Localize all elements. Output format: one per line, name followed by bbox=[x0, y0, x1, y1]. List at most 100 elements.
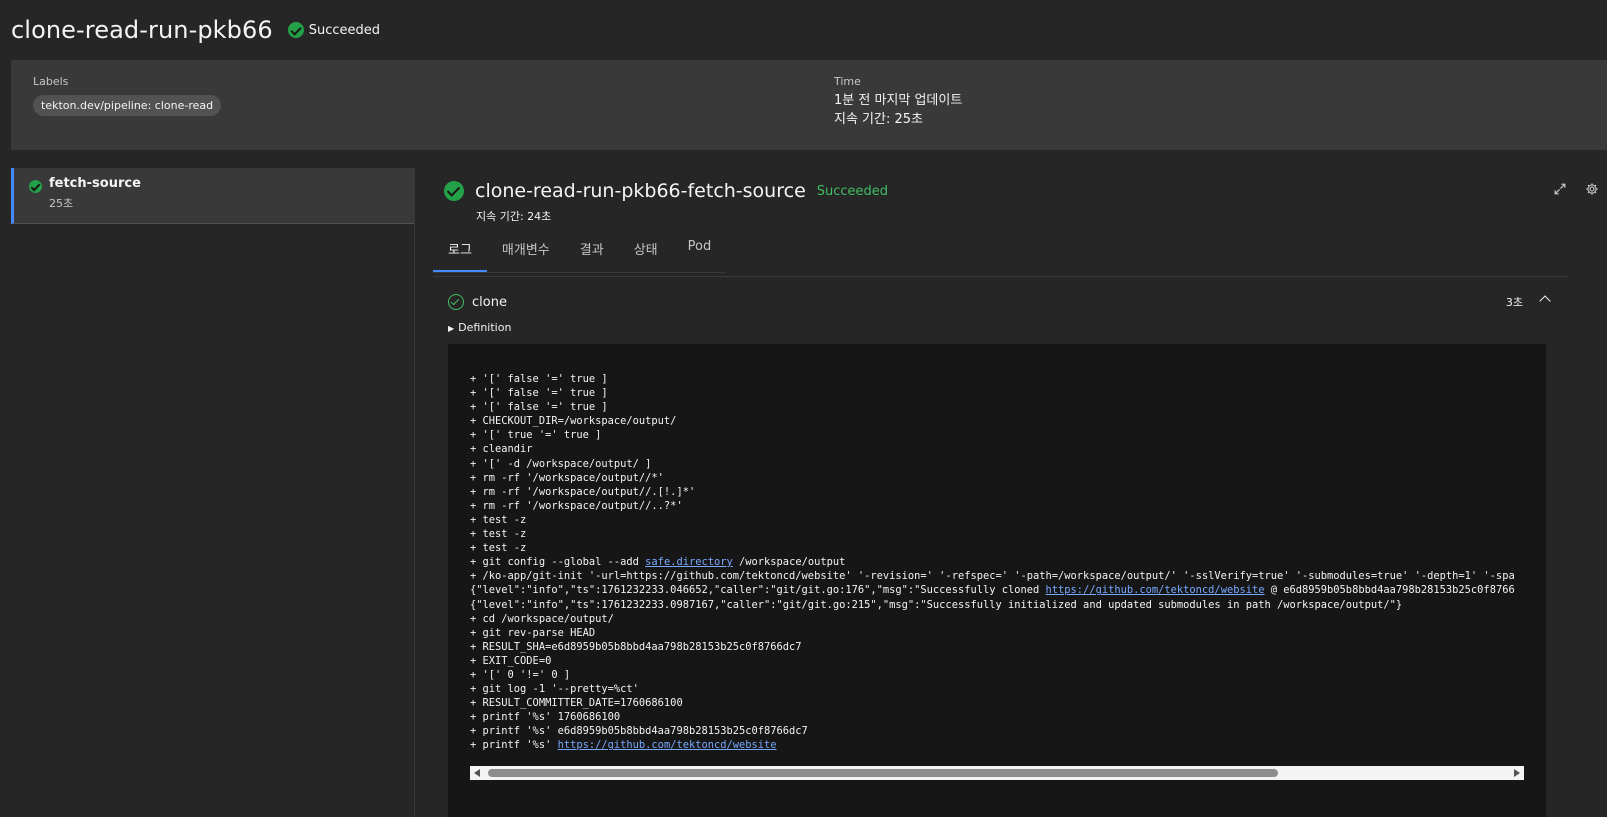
maximize-icon[interactable] bbox=[1553, 182, 1567, 196]
log-line: + cleandir bbox=[470, 442, 1524, 456]
taskrun-tabs: 로그 매개변수 결과 상태 Pod bbox=[433, 234, 727, 273]
run-duration: 지속 기간: 25초 bbox=[834, 112, 923, 127]
log-text: + rm -rf '/workspace/output//..?*' bbox=[470, 499, 683, 512]
log-line: + EXIT_CODE=0 bbox=[470, 654, 1524, 668]
log-line: + rm -rf '/workspace/output//*' bbox=[470, 471, 1524, 485]
labels-heading: Labels bbox=[33, 75, 69, 88]
checkmark-filled-icon bbox=[444, 181, 464, 201]
log-text: + '[' -d /workspace/output/ ] bbox=[470, 457, 652, 470]
divider bbox=[433, 276, 1568, 277]
log-text: + EXIT_CODE=0 bbox=[470, 654, 552, 667]
log-line: + git rev-parse HEAD bbox=[470, 626, 1524, 640]
tab-pod[interactable]: Pod bbox=[673, 234, 727, 272]
horizontal-scrollbar[interactable] bbox=[470, 766, 1524, 780]
log-text: + '[' true '=' true ] bbox=[470, 429, 602, 442]
log-line: + '[' false '=' true ] bbox=[470, 386, 1524, 400]
log-text: + git rev-parse HEAD bbox=[470, 626, 596, 639]
scrollbar-thumb[interactable] bbox=[488, 769, 1278, 777]
log-line: + git config --global --add safe.directo… bbox=[470, 555, 1524, 569]
page-header: clone-read-run-pkb66 Succeeded bbox=[0, 0, 1607, 60]
checkmark-filled-icon bbox=[287, 22, 304, 38]
tab-params[interactable]: 매개변수 bbox=[487, 234, 565, 272]
log-link[interactable]: https://github.com/tektoncd/website bbox=[558, 739, 777, 751]
log-text: + printf '%s' e6d8959b05b8bbd4aa798b2815… bbox=[470, 725, 808, 738]
log-text: {"level":"info","ts":1761232233.046652,"… bbox=[470, 584, 1046, 597]
log-text: + test -z bbox=[470, 513, 527, 526]
log-text: + '[' 0 '!=' 0 ] bbox=[470, 668, 571, 681]
log-text: + printf '%s' bbox=[470, 739, 558, 752]
step-duration: 3초 bbox=[1505, 296, 1523, 309]
log-line: + CHECKOUT_DIR=/workspace/output/ bbox=[470, 414, 1524, 428]
gear-icon[interactable] bbox=[1585, 182, 1599, 196]
log-line: + '[' 0 '!=' 0 ] bbox=[470, 668, 1524, 682]
log-line: + '[' true '=' true ] bbox=[470, 428, 1524, 442]
log-line: + '[' false '=' true ] bbox=[470, 372, 1524, 386]
labels-section: Labels tekton.dev/pipeline: clone-read bbox=[33, 75, 222, 116]
log-text: + '[' false '=' true ] bbox=[470, 373, 608, 385]
log-text: + cleandir bbox=[470, 443, 533, 456]
log-line: + test -z bbox=[470, 541, 1524, 555]
label-tag[interactable]: tekton.dev/pipeline: clone-read bbox=[33, 95, 222, 116]
log-line: + rm -rf '/workspace/output//.[!.]*' bbox=[470, 485, 1524, 499]
taskrun-header: clone-read-run-pkb66-fetch-source Succee… bbox=[444, 180, 1607, 202]
log-text: /workspace/output bbox=[732, 556, 846, 569]
step-name: clone bbox=[472, 294, 507, 310]
log-text: @ e6d8959b05b8bbd4aa798b28153b25c0f8766 bbox=[1264, 584, 1515, 597]
task-duration: 25초 bbox=[49, 197, 74, 210]
scroll-left-arrow-icon[interactable] bbox=[474, 769, 480, 777]
step-header-clone[interactable]: clone 3초 bbox=[448, 286, 1563, 318]
log-line: + cd /workspace/output/ bbox=[470, 612, 1524, 626]
log-text: + RESULT_SHA=e6d8959b05b8bbd4aa798b28153… bbox=[470, 640, 802, 653]
checkmark-outline-icon bbox=[448, 294, 464, 310]
log-text: {"level":"info","ts":1761232233.0987167,… bbox=[470, 598, 1403, 611]
log-line: + /ko-app/git-init '-url=https://github.… bbox=[470, 569, 1524, 583]
run-summary: Labels tekton.dev/pipeline: clone-read T… bbox=[11, 60, 1607, 150]
log-line: {"level":"info","ts":1761232233.046652,"… bbox=[470, 583, 1524, 597]
checkmark-filled-icon bbox=[29, 180, 42, 193]
log-link[interactable]: safe.directory bbox=[645, 556, 733, 568]
taskrun-toolbar bbox=[1553, 182, 1599, 196]
log-line: + RESULT_COMMITTER_DATE=1760686100 bbox=[470, 696, 1524, 710]
definition-label: Definition bbox=[458, 321, 512, 334]
taskrun-status: Succeeded bbox=[816, 183, 889, 199]
log-line: + rm -rf '/workspace/output//..?*' bbox=[470, 499, 1524, 513]
time-section: Time 1분 전 마지막 업데이트 지속 기간: 25초 bbox=[834, 75, 962, 129]
log-line: + printf '%s' https://github.com/tektonc… bbox=[470, 738, 1524, 752]
page-title: clone-read-run-pkb66 bbox=[11, 16, 273, 44]
log-text: + RESULT_COMMITTER_DATE=1760686100 bbox=[470, 697, 683, 710]
log-line: + '[' -d /workspace/output/ ] bbox=[470, 457, 1524, 471]
log-text: + '[' false '=' true ] bbox=[470, 401, 608, 414]
tab-status[interactable]: 상태 bbox=[619, 234, 673, 272]
log-line: + printf '%s' 1760686100 bbox=[470, 710, 1524, 724]
log-line: + printf '%s' e6d8959b05b8bbd4aa798b2815… bbox=[470, 724, 1524, 738]
log-text: + /ko-app/git-init '-url=https://github.… bbox=[470, 570, 1515, 583]
taskrun-details: clone-read-run-pkb66-fetch-source Succee… bbox=[433, 180, 1607, 817]
task-name: fetch-source bbox=[49, 176, 141, 191]
log-line: + git log -1 '--pretty=%ct' bbox=[470, 682, 1524, 696]
log-text: + test -z bbox=[470, 528, 527, 541]
last-updated: 1분 전 마지막 업데이트 bbox=[834, 93, 963, 108]
run-status: Succeeded bbox=[287, 22, 381, 38]
log-link[interactable]: https://github.com/tektoncd/website bbox=[1046, 584, 1265, 596]
task-item-fetch-source[interactable]: fetch-source 25초 bbox=[11, 168, 414, 224]
log-text: + rm -rf '/workspace/output//*' bbox=[470, 471, 664, 484]
log-text: + rm -rf '/workspace/output//.[!.]*' bbox=[470, 485, 696, 498]
log-text: + '[' false '=' true ] bbox=[470, 387, 608, 400]
tab-results[interactable]: 결과 bbox=[565, 234, 619, 272]
definition-toggle[interactable]: ▶ Definition bbox=[448, 321, 511, 334]
scroll-right-arrow-icon[interactable] bbox=[1514, 769, 1520, 777]
run-status-label: Succeeded bbox=[308, 22, 381, 38]
log-line: + RESULT_SHA=e6d8959b05b8bbd4aa798b28153… bbox=[470, 640, 1524, 654]
log-text: + CHECKOUT_DIR=/workspace/output/ bbox=[470, 415, 677, 428]
log-container: + '[' false '=' true ] + '[' false '=' tr… bbox=[448, 344, 1546, 817]
chevron-up-icon[interactable] bbox=[1539, 295, 1551, 307]
log-text: + git log -1 '--pretty=%ct' bbox=[470, 683, 639, 696]
log-text: + test -z bbox=[470, 542, 527, 555]
log-text: + printf '%s' 1760686100 bbox=[470, 711, 621, 724]
log-line: + '[' false '=' true ] bbox=[470, 400, 1524, 414]
log-text: + git config --global --add bbox=[470, 556, 646, 569]
log-line: + test -z bbox=[470, 527, 1524, 541]
tab-logs[interactable]: 로그 bbox=[433, 234, 487, 272]
task-tree: fetch-source 25초 bbox=[11, 168, 415, 817]
taskrun-title: clone-read-run-pkb66-fetch-source bbox=[475, 180, 806, 202]
